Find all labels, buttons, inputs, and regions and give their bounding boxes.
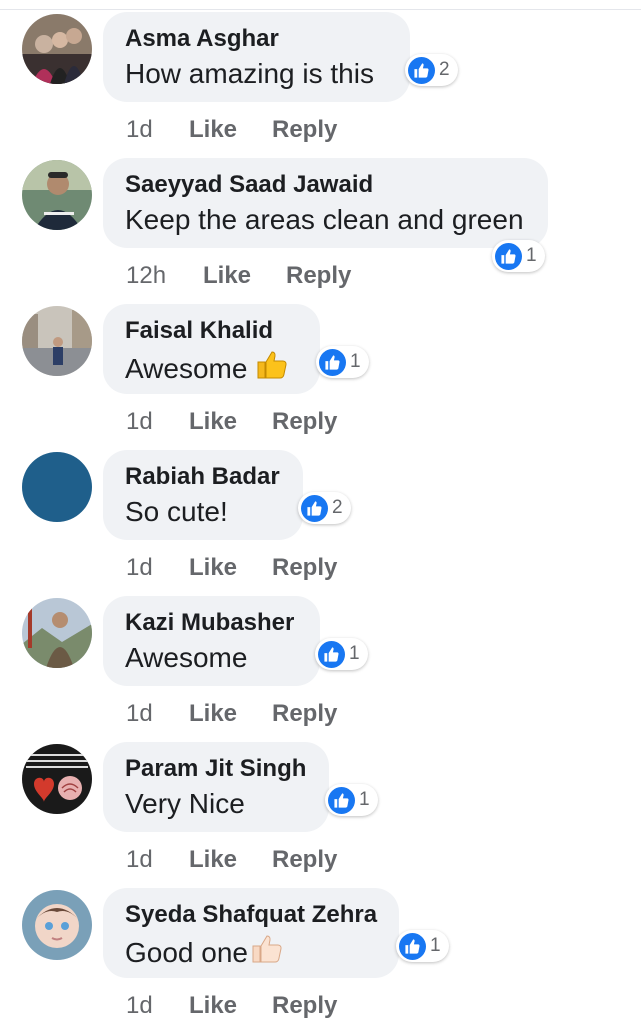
- reply-button[interactable]: Reply: [272, 554, 337, 582]
- comment-author[interactable]: Faisal Khalid: [125, 316, 298, 346]
- comment-text: So cute!: [125, 494, 281, 530]
- comment-bubble: Asma Asghar How amazing is this: [103, 12, 410, 102]
- comment-bubble: Saeyyad Saad Jawaid Keep the areas clean…: [103, 158, 548, 248]
- like-button[interactable]: Like: [189, 116, 272, 144]
- comment-timestamp[interactable]: 1d: [126, 408, 189, 436]
- comment-actions: 1d Like Reply: [126, 700, 337, 728]
- comment-item: Kazi Mubasher Awesome 1 1d Like Reply: [0, 596, 641, 742]
- comment-actions: 1d Like Reply: [126, 116, 337, 144]
- reaction-summary[interactable]: 2: [298, 492, 351, 524]
- reaction-summary[interactable]: 1: [396, 930, 449, 962]
- comment-timestamp[interactable]: 1d: [126, 116, 189, 144]
- thumbs-up-icon: [250, 932, 284, 973]
- comment-text-content: Keep the areas clean and green: [125, 204, 524, 235]
- reaction-summary[interactable]: 1: [492, 240, 545, 272]
- avatar[interactable]: [22, 598, 92, 668]
- avatar[interactable]: [22, 160, 92, 230]
- comment-author[interactable]: Saeyyad Saad Jawaid: [125, 170, 526, 200]
- reaction-count: 1: [430, 935, 441, 956]
- like-button[interactable]: Like: [189, 408, 272, 436]
- comment-actions: 1d Like Reply: [126, 408, 337, 436]
- reply-button[interactable]: Reply: [272, 116, 337, 144]
- like-icon: [301, 494, 328, 522]
- like-button[interactable]: Like: [189, 992, 272, 1020]
- comment-timestamp[interactable]: 12h: [126, 262, 203, 290]
- comment-item: Syeda Shafquat Zehra Good one 1 1d Like …: [0, 888, 641, 1034]
- like-icon: [495, 242, 522, 270]
- comment-timestamp[interactable]: 1d: [126, 554, 189, 582]
- avatar[interactable]: [22, 890, 92, 960]
- comment-text-content: So cute!: [125, 496, 228, 527]
- comment-author[interactable]: Param Jit Singh: [125, 754, 307, 784]
- thumbs-up-icon: [255, 348, 289, 389]
- top-divider: [0, 0, 641, 10]
- comment-author[interactable]: Rabiah Badar: [125, 462, 281, 492]
- comment-timestamp[interactable]: 1d: [126, 846, 189, 874]
- reaction-count: 2: [332, 497, 343, 518]
- comment-item: Saeyyad Saad Jawaid Keep the areas clean…: [0, 158, 641, 304]
- comment-author[interactable]: Syeda Shafquat Zehra: [125, 900, 377, 930]
- reaction-count: 1: [359, 789, 370, 810]
- comment-item: Param Jit Singh Very Nice 1 1d Like Repl…: [0, 742, 641, 888]
- reply-button[interactable]: Reply: [272, 408, 337, 436]
- comment-text: Very Nice: [125, 786, 307, 822]
- like-icon: [399, 932, 426, 960]
- avatar[interactable]: [22, 14, 92, 84]
- comment-actions: 12h Like Reply: [126, 262, 351, 290]
- comment-text: Awesome: [125, 640, 298, 676]
- comment-text-content: Awesome: [125, 642, 248, 673]
- reaction-count: 1: [349, 643, 360, 664]
- comment-actions: 1d Like Reply: [126, 554, 337, 582]
- comment-bubble: Syeda Shafquat Zehra Good one: [103, 888, 399, 978]
- reply-button[interactable]: Reply: [286, 262, 351, 290]
- comment-text-content: Very Nice: [125, 788, 245, 819]
- comment-bubble: Param Jit Singh Very Nice: [103, 742, 329, 832]
- like-icon: [319, 348, 346, 376]
- comment-bubble: Rabiah Badar So cute!: [103, 450, 303, 540]
- comment-timestamp[interactable]: 1d: [126, 700, 189, 728]
- reaction-summary[interactable]: 1: [315, 638, 368, 670]
- comment-text-content: Good one: [125, 936, 248, 968]
- avatar[interactable]: [22, 452, 92, 522]
- comment-text-content: How amazing is this: [125, 58, 374, 89]
- reply-button[interactable]: Reply: [272, 846, 337, 874]
- comment-item: Asma Asghar How amazing is this 2 1d Lik…: [0, 12, 641, 158]
- like-button[interactable]: Like: [189, 846, 272, 874]
- reaction-summary[interactable]: 2: [405, 54, 458, 86]
- comment-text: Keep the areas clean and green: [125, 202, 526, 238]
- comment-actions: 1d Like Reply: [126, 992, 337, 1020]
- comment-item: Rabiah Badar So cute! 2 1d Like Reply: [0, 450, 641, 596]
- comment-bubble: Kazi Mubasher Awesome: [103, 596, 320, 686]
- reaction-summary[interactable]: 1: [316, 346, 369, 378]
- like-button[interactable]: Like: [189, 700, 272, 728]
- like-button[interactable]: Like: [203, 262, 286, 290]
- like-icon: [408, 56, 435, 84]
- comment-bubble: Faisal Khalid Awesome: [103, 304, 320, 394]
- avatar[interactable]: [22, 306, 92, 376]
- like-icon: [318, 640, 345, 668]
- reaction-count: 1: [350, 351, 361, 372]
- reaction-summary[interactable]: 1: [325, 784, 378, 816]
- reaction-count: 1: [526, 245, 537, 266]
- comment-item: Faisal Khalid Awesome 1 1d Like Reply: [0, 304, 641, 450]
- avatar[interactable]: [22, 744, 92, 814]
- comment-author[interactable]: Kazi Mubasher: [125, 608, 298, 638]
- comment-author[interactable]: Asma Asghar: [125, 24, 388, 54]
- reaction-count: 2: [439, 59, 450, 80]
- reply-button[interactable]: Reply: [272, 700, 337, 728]
- like-icon: [328, 786, 355, 814]
- comment-text: Good one: [125, 932, 377, 973]
- comment-timestamp[interactable]: 1d: [126, 992, 189, 1020]
- reply-button[interactable]: Reply: [272, 992, 337, 1020]
- like-button[interactable]: Like: [189, 554, 272, 582]
- comment-text: How amazing is this: [125, 56, 388, 92]
- comment-text: Awesome: [125, 348, 298, 389]
- comment-text-content: Awesome: [125, 352, 248, 384]
- comment-actions: 1d Like Reply: [126, 846, 337, 874]
